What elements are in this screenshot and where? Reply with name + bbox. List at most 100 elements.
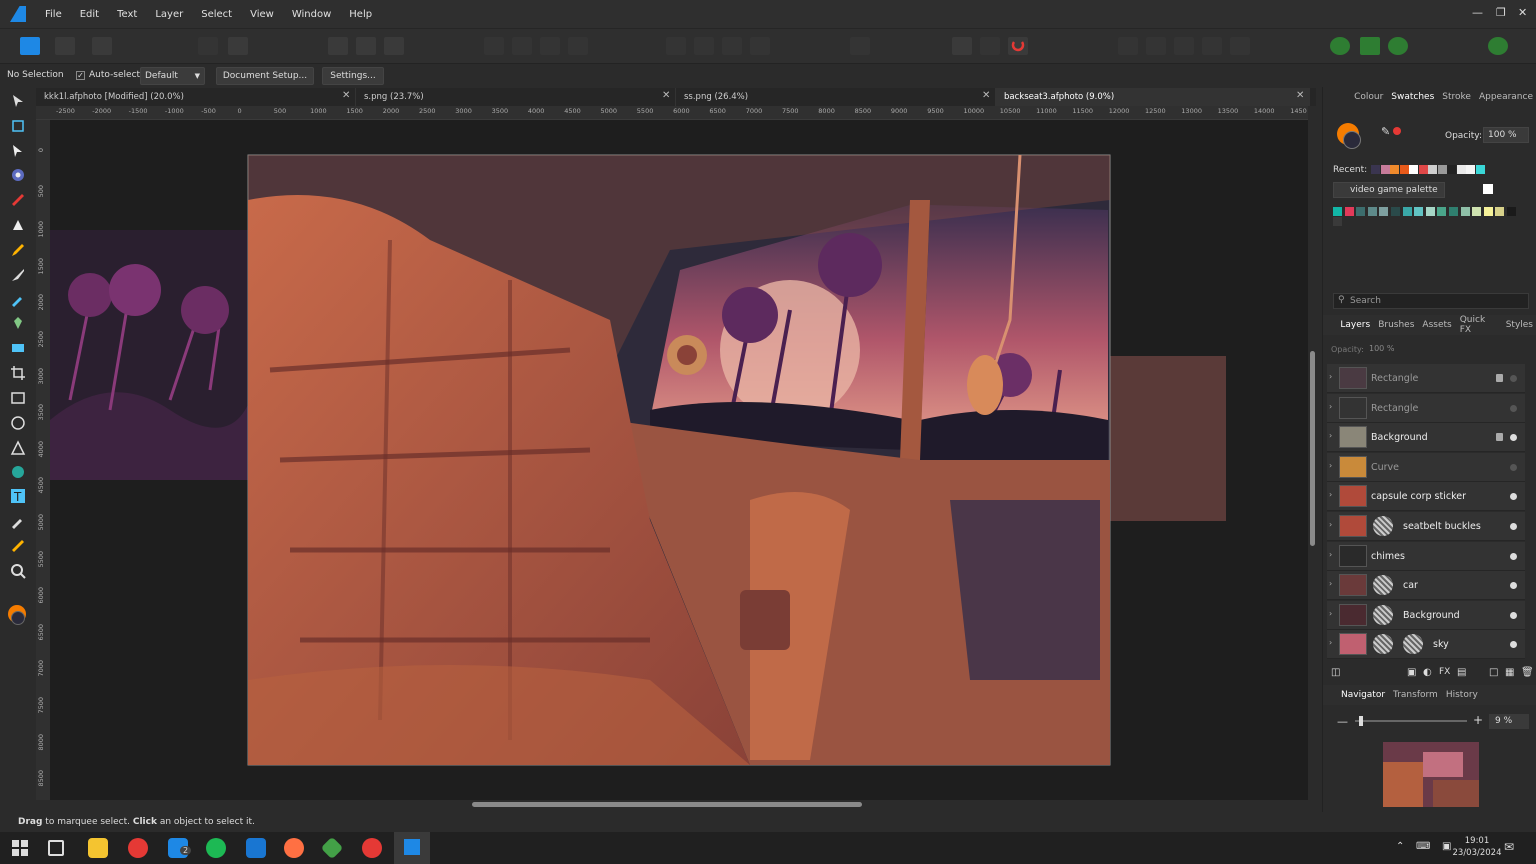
keyboard-icon[interactable]: ⌨ <box>1416 841 1430 852</box>
layer-row[interactable]: › Background <box>1327 600 1525 630</box>
palette-swatch[interactable] <box>1333 207 1342 216</box>
expand-chevron-icon[interactable]: › <box>1329 431 1332 440</box>
visibility-dot-icon[interactable] <box>1510 552 1517 560</box>
boolean-add-icon[interactable] <box>1118 37 1138 55</box>
user-account-icon[interactable] <box>1488 37 1508 55</box>
delete-layer-icon[interactable]: 🗑 <box>1521 667 1534 678</box>
clock[interactable]: 19:01 23/03/2024 <box>1452 835 1502 859</box>
navigator-preview[interactable] <box>1383 742 1479 807</box>
pencil-tool-icon[interactable] <box>10 242 26 258</box>
selection-mode-icon[interactable] <box>328 37 348 55</box>
mask-icon[interactable] <box>1360 37 1380 55</box>
menu-window[interactable]: Window <box>283 9 340 20</box>
close-tab-icon[interactable]: ✕ <box>662 90 670 101</box>
lock-icon[interactable] <box>1496 433 1503 442</box>
tab-styles[interactable]: Styles <box>1502 320 1536 330</box>
tab-brushes[interactable]: Brushes <box>1374 320 1418 330</box>
fx-icon[interactable]: FX <box>1439 667 1450 677</box>
visibility-dot-icon[interactable] <box>1510 404 1517 412</box>
close-tab-icon[interactable]: ✕ <box>342 90 350 101</box>
palette-swatch[interactable] <box>1507 207 1516 216</box>
recent-swatch[interactable] <box>1466 165 1475 174</box>
visibility-dot-icon[interactable] <box>1510 582 1517 590</box>
selection-intersect-icon[interactable] <box>384 37 404 55</box>
artboard-tool-icon[interactable] <box>10 118 26 134</box>
horizontal-scrollbar[interactable] <box>50 800 1308 810</box>
app-diamond-icon[interactable] <box>320 836 344 860</box>
layer-row[interactable]: › seatbelt buckles <box>1327 512 1525 541</box>
expand-chevron-icon[interactable]: › <box>1329 461 1332 470</box>
selection-brush-icon[interactable] <box>10 192 26 208</box>
assistant-icon[interactable] <box>1330 37 1350 55</box>
auto-select-checkbox[interactable]: ✓ <box>76 71 85 80</box>
expand-chevron-icon[interactable]: › <box>1329 402 1332 411</box>
recent-swatch[interactable] <box>1475 165 1485 174</box>
chevron-up-icon[interactable]: ⌃ <box>1396 841 1404 852</box>
align-icon[interactable] <box>850 37 870 55</box>
boolean-intersect-icon[interactable] <box>1174 37 1194 55</box>
opacity-field[interactable]: 100 % <box>1483 127 1529 143</box>
expand-chevron-icon[interactable]: › <box>1329 490 1332 499</box>
palette-swatch[interactable] <box>1367 207 1377 216</box>
tab-kkk1l[interactable]: kkk1l.afphoto [Modified] (20.0%) ✕ <box>36 88 356 106</box>
text-tool-icon[interactable]: T <box>10 488 26 504</box>
layer-row[interactable]: › Rectangle <box>1327 393 1525 423</box>
file-explorer-icon[interactable] <box>88 838 108 858</box>
order-backward-icon[interactable] <box>694 37 714 55</box>
layer-row[interactable]: › sky <box>1327 630 1525 660</box>
palette-swatch[interactable] <box>1483 207 1493 216</box>
color-chip-icon[interactable] <box>8 605 28 629</box>
fill-tool-icon[interactable] <box>10 464 26 480</box>
tab-swatches[interactable]: Swatches <box>1387 92 1438 102</box>
zoom-out-icon[interactable]: — <box>1337 715 1348 728</box>
recent-swatch[interactable] <box>1371 165 1380 174</box>
paint-brush-icon[interactable] <box>10 267 26 283</box>
snap-options-icon[interactable] <box>980 37 1000 55</box>
view-mode-icon[interactable] <box>198 37 218 55</box>
menu-view[interactable]: View <box>241 9 283 20</box>
firefox-icon[interactable] <box>284 838 304 858</box>
tab-stroke[interactable]: Stroke <box>1438 92 1475 102</box>
boolean-subtract-icon[interactable] <box>1146 37 1166 55</box>
task-view-icon[interactable] <box>48 840 64 856</box>
arrange-icon[interactable]: ◫ <box>1331 667 1340 678</box>
menu-text[interactable]: Text <box>108 9 146 20</box>
notifications-icon[interactable]: ✉ <box>1504 840 1514 854</box>
vertical-scrollbar[interactable] <box>1308 106 1318 800</box>
tab-navigator[interactable]: Navigator <box>1337 690 1389 700</box>
lock-icon[interactable] <box>1496 374 1503 382</box>
restore-icon[interactable]: ❐ <box>1496 6 1506 19</box>
affinity-photo-taskbar-icon[interactable] <box>394 832 430 864</box>
horizontal-scroll-thumb[interactable] <box>472 802 862 807</box>
auto-contrast-icon[interactable] <box>512 37 532 55</box>
menu-file[interactable]: File <box>36 9 71 20</box>
chrome-icon[interactable] <box>362 838 382 858</box>
recent-swatch[interactable] <box>1456 165 1466 174</box>
close-window-icon[interactable]: ✕ <box>1518 6 1527 19</box>
adjustment-layer-icon[interactable]: ◐ <box>1423 667 1432 678</box>
recent-swatch[interactable] <box>1447 165 1456 174</box>
measure-tool-icon[interactable] <box>10 538 26 554</box>
color-picker-icon[interactable] <box>10 513 26 529</box>
zoom-slider[interactable] <box>1355 716 1467 726</box>
tab-colour[interactable]: Colour <box>1350 92 1387 102</box>
add-layer-icon[interactable]: □ <box>1489 667 1498 678</box>
layer-row[interactable]: › Background <box>1327 423 1525 453</box>
palette-swatch[interactable] <box>1333 217 1342 226</box>
expand-chevron-icon[interactable]: › <box>1329 638 1332 647</box>
triangle-tool-icon[interactable] <box>10 440 26 456</box>
palette-swatch[interactable] <box>1437 207 1447 216</box>
tab-assets[interactable]: Assets <box>1418 320 1455 330</box>
palette-swatch[interactable] <box>1402 207 1412 216</box>
layer-opacity-field[interactable]: 100 % <box>1367 342 1407 356</box>
layer-row[interactable]: › car <box>1327 571 1525 601</box>
mail-icon[interactable] <box>246 838 266 858</box>
develop-persona-icon[interactable] <box>92 37 112 55</box>
palette-swatch[interactable] <box>1356 207 1366 216</box>
vertical-ruler[interactable]: 0 500 1000 1500 2000 2500 3000 3500 4000 4500 5000… <box>36 120 50 800</box>
minimize-icon[interactable]: — <box>1472 6 1483 19</box>
affinity-photo-logo-icon[interactable] <box>0 0 36 28</box>
palette-swatch[interactable] <box>1414 207 1424 216</box>
ellipse-tool-icon[interactable] <box>10 415 26 431</box>
palette-swatch[interactable] <box>1472 207 1482 216</box>
